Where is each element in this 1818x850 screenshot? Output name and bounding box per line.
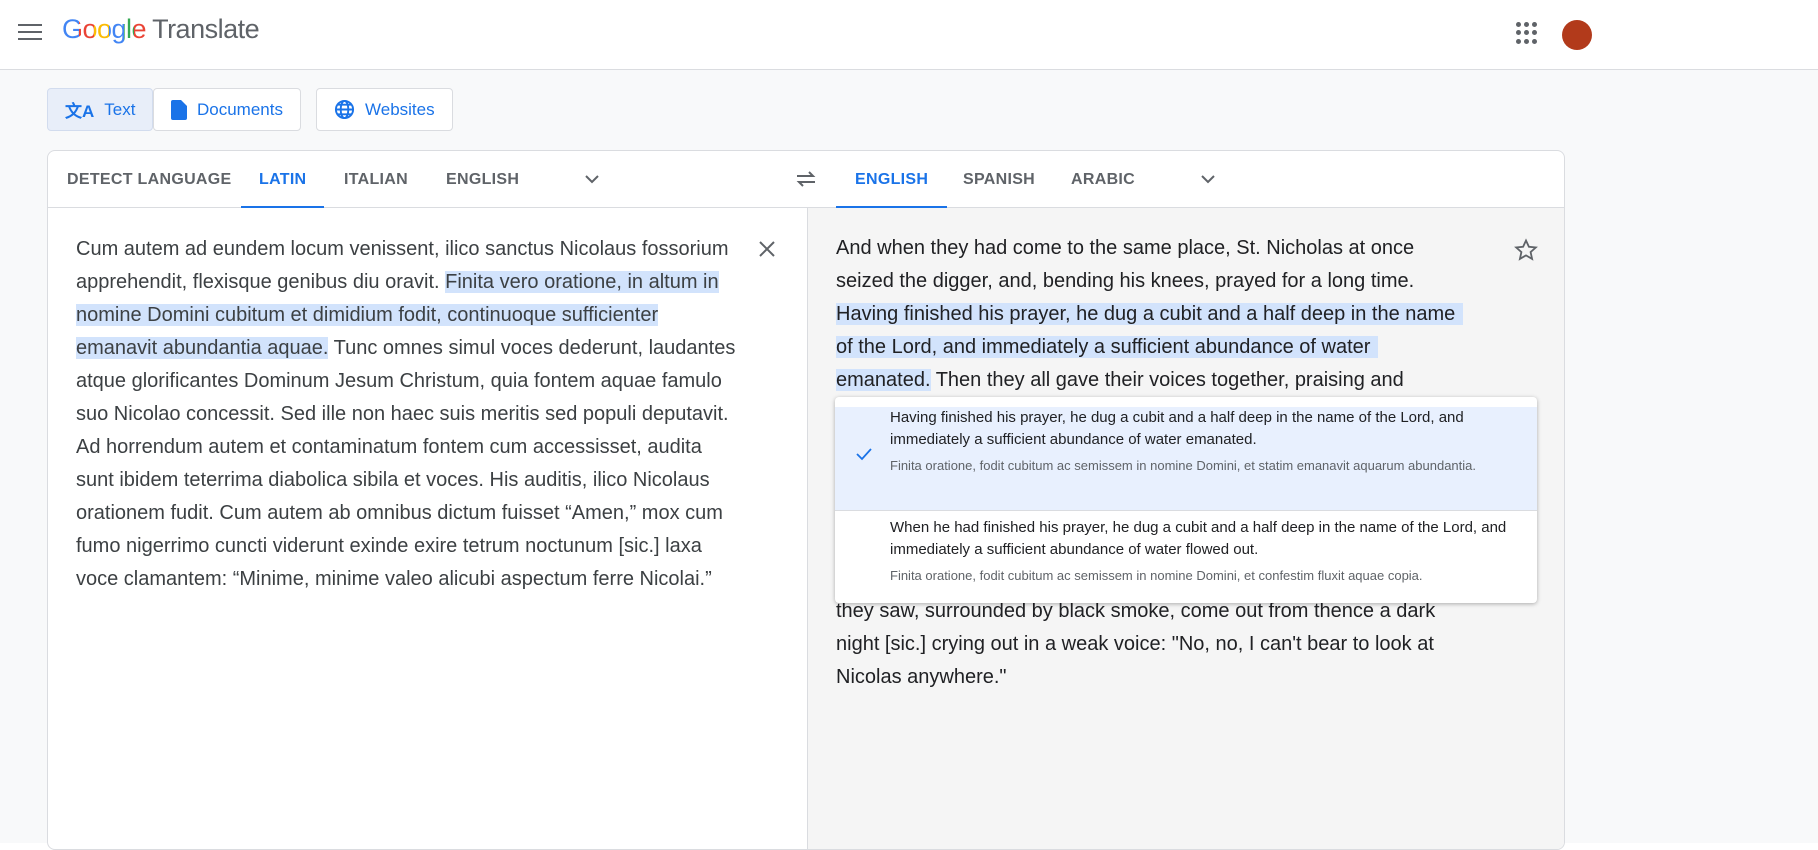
translation-highlighted-line[interactable]: emanated. — [836, 369, 931, 391]
checkmark-icon — [856, 448, 872, 461]
mode-text-button[interactable]: 文A Text — [47, 88, 154, 131]
tab-detect-language[interactable]: DETECT LANGUAGE — [67, 151, 232, 208]
alternative-option-selected[interactable]: Having finished his prayer, he dug a cub… — [835, 407, 1537, 510]
tab-source-italian[interactable]: ITALIAN — [344, 151, 408, 208]
translation-line: Nicolas anywhere." — [836, 666, 1007, 688]
translation-line: seized the digger, and, bending his knee… — [836, 270, 1415, 292]
globe-icon — [334, 99, 355, 120]
alternative-source: Finita oratione, fodit cubitum ac semiss… — [890, 458, 1477, 473]
tab-source-english[interactable]: ENGLISH — [446, 151, 519, 208]
alternative-option[interactable]: When he had finished his prayer, he dug … — [835, 510, 1537, 585]
mode-label: Websites — [365, 99, 435, 119]
swap-languages-icon[interactable] — [794, 167, 818, 191]
apps-grid-icon[interactable] — [1516, 22, 1538, 44]
source-text-input[interactable]: Cum autem ad eundem locum venissent, ili… — [76, 233, 741, 596]
language-bar: DETECT LANGUAGE LATIN ITALIAN ENGLISH EN… — [48, 151, 1564, 208]
source-text: Tunc omnes simul voces dederunt, laudant… — [76, 337, 736, 590]
mode-documents-button[interactable]: Documents — [153, 88, 301, 131]
alternative-translations-popup: Having finished his prayer, he dug a cub… — [835, 397, 1537, 603]
document-icon — [171, 99, 187, 120]
account-avatar[interactable] — [1562, 20, 1592, 50]
translation-highlighted-line[interactable]: of the Lord, and immediately a sufficien… — [836, 336, 1379, 358]
alternative-source: Finita oratione, fodit cubitum ac semiss… — [890, 568, 1423, 583]
tab-source-latin[interactable]: LATIN — [241, 151, 325, 208]
mode-label: Documents — [197, 99, 283, 119]
star-icon[interactable] — [1514, 238, 1538, 262]
chevron-down-icon[interactable] — [582, 169, 602, 189]
clear-source-icon[interactable] — [756, 238, 778, 260]
translate-icon: 文A — [65, 102, 95, 121]
product-name: Translate — [152, 14, 260, 44]
chevron-down-icon[interactable] — [1198, 169, 1218, 189]
mode-label: Text — [104, 99, 136, 119]
top-bar: Google Translate — [0, 0, 1818, 70]
translation-line: And when they had come to the same place… — [836, 237, 1415, 259]
translation-line: night [sic.] crying out in a weak voice:… — [836, 633, 1434, 655]
translation-line: Then they all gave their voices together… — [930, 369, 1404, 391]
alternative-translation: When he had finished his prayer, he dug … — [890, 519, 1507, 558]
tab-target-spanish[interactable]: SPANISH — [963, 151, 1035, 208]
main-menu-icon[interactable] — [18, 24, 42, 42]
google-wordmark: Google — [62, 14, 147, 44]
tab-target-arabic[interactable]: ARABIC — [1071, 151, 1135, 208]
alternative-translation: Having finished his prayer, he dug a cub… — [890, 409, 1464, 448]
translation-highlighted-line[interactable]: Having finished his prayer, he dug a cub… — [836, 303, 1464, 325]
google-translate-logo[interactable]: Google Translate — [62, 14, 260, 45]
mode-websites-button[interactable]: Websites — [316, 88, 453, 131]
tab-target-english[interactable]: ENGLISH — [836, 151, 948, 208]
